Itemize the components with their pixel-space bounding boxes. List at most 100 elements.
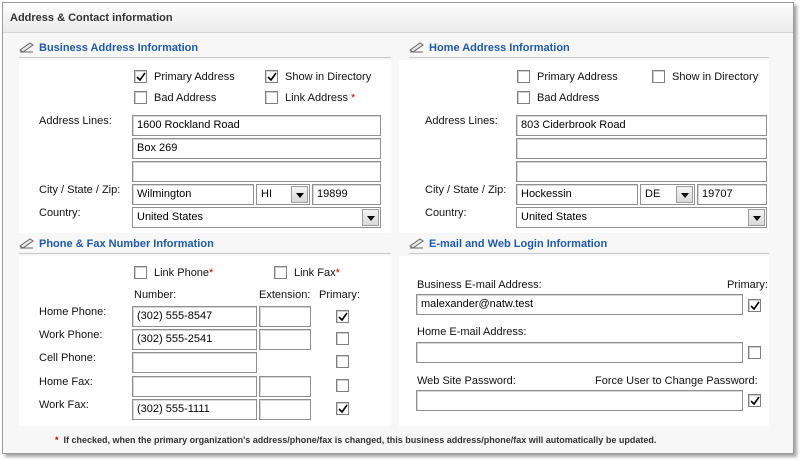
work-phone-extension-input[interactable] (259, 329, 311, 350)
home-state-select[interactable]: DE (640, 184, 695, 205)
pencil-icon (409, 42, 424, 53)
home-primary-address-checkbox[interactable] (517, 70, 530, 83)
business-bad-address-label: Bad Address (154, 92, 217, 104)
number-column-header: Number: (134, 289, 177, 301)
link-fax-checkbox[interactable] (274, 266, 287, 279)
chevron-down-icon[interactable] (748, 209, 765, 226)
home-phone-input[interactable]: (302) 555-8547 (132, 306, 257, 327)
home-address-line2-input[interactable] (516, 138, 767, 159)
footnote: * If checked, when the primary organizat… (55, 435, 656, 445)
business-show-in-directory-checkbox[interactable] (265, 70, 278, 83)
business-email-primary-checkbox[interactable] (748, 299, 761, 312)
footnote-text: If checked, when the primary organizatio… (63, 435, 657, 445)
home-bad-address-label: Bad Address (537, 92, 600, 104)
business-address-header: Business Address Information (19, 40, 391, 58)
home-fax-label: Home Fax: (39, 376, 93, 388)
home-address-header: Home Address Information (409, 40, 769, 58)
work-fax-primary-checkbox[interactable] (336, 402, 349, 415)
business-address-line1-input[interactable]: 1600 Rockland Road (132, 115, 381, 136)
home-address-title: Home Address Information (429, 42, 570, 54)
force-change-password-checkbox[interactable] (748, 394, 761, 407)
home-phone-primary-checkbox[interactable] (336, 310, 349, 323)
link-phone-checkbox[interactable] (134, 266, 147, 279)
work-phone-primary-checkbox[interactable] (336, 332, 349, 345)
home-primary-address-label: Primary Address (537, 71, 618, 83)
work-phone-input[interactable]: (302) 555-2541 (132, 329, 257, 350)
chevron-down-icon[interactable] (362, 209, 379, 226)
home-fax-input[interactable] (132, 376, 257, 397)
footnote-mark: * (55, 435, 59, 445)
required-mark: * (351, 92, 356, 104)
checkmark-icon (338, 312, 348, 322)
chevron-down-icon[interactable] (676, 186, 693, 203)
home-show-in-directory-label: Show in Directory (672, 71, 759, 83)
home-email-label: Home E-mail Address: (417, 326, 527, 338)
email-primary-label: Primary: (727, 279, 768, 291)
business-zip-input[interactable]: 19899 (312, 184, 381, 205)
business-show-in-directory-label: Show in Directory (285, 71, 372, 83)
business-address-line3-input[interactable] (132, 161, 381, 182)
link-fax-label: Link Fax* (294, 267, 340, 279)
cell-phone-label: Cell Phone: (39, 352, 96, 364)
pencil-icon (19, 238, 34, 249)
home-show-in-directory-checkbox[interactable] (652, 70, 665, 83)
home-city-input[interactable]: Hockessin (516, 184, 638, 205)
pencil-icon (19, 42, 34, 53)
business-email-label: Business E-mail Address: (417, 279, 542, 291)
business-link-address-checkbox[interactable] (265, 91, 278, 104)
chevron-down-icon[interactable] (291, 186, 308, 203)
business-country-select[interactable]: United States (132, 207, 381, 228)
cell-phone-primary-checkbox[interactable] (336, 355, 349, 368)
panel-title: Address & Contact information (10, 12, 173, 24)
phone-fax-title: Phone & Fax Number Information (39, 238, 214, 250)
home-country-label: Country: (425, 207, 467, 219)
home-city-state-zip-label: City / State / Zip: (425, 184, 507, 196)
home-zip-input[interactable]: 19707 (697, 184, 767, 205)
link-phone-label: Link Phone* (154, 267, 214, 279)
home-fax-extension-input[interactable] (259, 376, 311, 397)
work-phone-label: Work Phone: (39, 329, 103, 341)
business-address-title: Business Address Information (39, 42, 199, 54)
email-web-header: E-mail and Web Login Information (409, 236, 769, 254)
business-city-state-zip-label: City / State / Zip: (39, 184, 121, 196)
checkmark-icon (338, 404, 348, 414)
business-bad-address-checkbox[interactable] (134, 91, 147, 104)
checkmark-icon (267, 72, 277, 82)
checkmark-icon (136, 72, 146, 82)
address-contact-panel: Address & Contact information Business A… (2, 2, 794, 454)
business-email-input[interactable]: malexander@natw.test (416, 294, 743, 315)
home-bad-address-checkbox[interactable] (517, 91, 530, 104)
work-fax-extension-input[interactable] (259, 399, 311, 420)
primary-column-header: Primary: (319, 289, 360, 301)
required-mark: * (335, 267, 340, 279)
cell-phone-input[interactable] (132, 352, 257, 373)
home-fax-primary-checkbox[interactable] (336, 379, 349, 392)
force-change-password-label: Force User to Change Password: (595, 375, 758, 387)
business-address-lines-label: Address Lines: (39, 115, 112, 127)
web-password-label: Web Site Password: (417, 375, 516, 387)
extension-column-header: Extension: (259, 289, 311, 301)
home-address-line3-input[interactable] (516, 161, 767, 182)
pencil-icon (409, 238, 424, 249)
home-address-line1-input[interactable]: 803 Ciderbrook Road (516, 115, 767, 136)
business-primary-address-label: Primary Address (154, 71, 235, 83)
home-country-select[interactable]: United States (516, 207, 767, 228)
web-password-input[interactable] (416, 390, 743, 411)
home-email-primary-checkbox[interactable] (748, 346, 761, 359)
email-web-title: E-mail and Web Login Information (429, 238, 608, 250)
work-fax-label: Work Fax: (39, 399, 89, 411)
home-country-value: United States (521, 211, 588, 223)
checkmark-icon (750, 301, 760, 311)
home-email-input[interactable] (416, 342, 743, 363)
business-primary-address-checkbox[interactable] (134, 70, 147, 83)
business-country-label: Country: (39, 207, 81, 219)
business-city-input[interactable]: Wilmington (132, 184, 254, 205)
home-state-value: DE (645, 188, 661, 200)
business-address-line2-input[interactable]: Box 269 (132, 138, 381, 159)
home-address-lines-label: Address Lines: (425, 115, 498, 127)
business-state-value: HI (261, 188, 272, 200)
business-state-select[interactable]: HI (256, 184, 310, 205)
home-phone-extension-input[interactable] (259, 306, 311, 327)
work-fax-input[interactable]: (302) 555-1111 (132, 399, 257, 420)
panel-title-bar: Address & Contact information (3, 3, 793, 33)
